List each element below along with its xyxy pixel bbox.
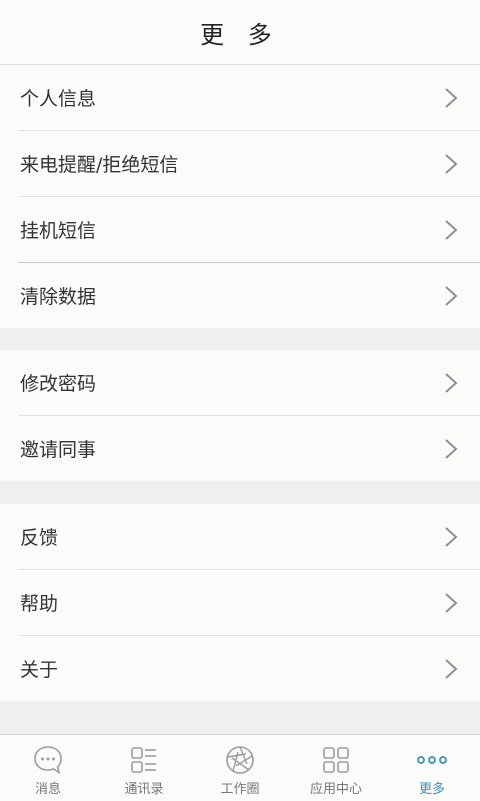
header-bar: 更 多 bbox=[0, 0, 480, 65]
menu-item-label: 挂机短信 bbox=[20, 220, 97, 242]
settings-group-support: 反馈 帮助 关于 bbox=[0, 504, 480, 701]
menu-item-label: 邀请同事 bbox=[20, 439, 97, 461]
chevron-right-icon bbox=[445, 439, 458, 459]
bottom-tab-bar: 消息 通讯录 工作圈 应用中心 更多 bbox=[0, 734, 480, 801]
chevron-right-icon bbox=[445, 527, 458, 547]
menu-item-clear-data[interactable]: 清除数据 bbox=[18, 263, 480, 328]
tab-messages[interactable]: 消息 bbox=[0, 735, 96, 801]
chevron-right-icon bbox=[445, 593, 458, 613]
settings-group-security: 修改密码 邀请同事 bbox=[0, 350, 480, 481]
chat-bubble-icon bbox=[34, 746, 62, 775]
menu-item-about[interactable]: 关于 bbox=[18, 636, 480, 701]
tab-app-center[interactable]: 应用中心 bbox=[288, 735, 384, 801]
menu-item-feedback[interactable]: 反馈 bbox=[18, 504, 480, 570]
menu-item-change-password[interactable]: 修改密码 bbox=[18, 350, 480, 416]
chevron-right-icon bbox=[445, 373, 458, 393]
chevron-right-icon bbox=[445, 286, 458, 306]
tab-label: 通讯录 bbox=[124, 782, 164, 797]
tab-label: 应用中心 bbox=[309, 782, 362, 797]
menu-item-label: 个人信息 bbox=[20, 88, 97, 110]
menu-item-label: 来电提醒/拒绝短信 bbox=[20, 154, 179, 176]
page-title: 更 多 bbox=[200, 20, 280, 49]
menu-item-call-reminder[interactable]: 来电提醒/拒绝短信 bbox=[18, 131, 480, 197]
tab-label: 更多 bbox=[418, 782, 445, 797]
menu-item-label: 关于 bbox=[20, 659, 59, 681]
menu-item-label: 修改密码 bbox=[20, 373, 97, 395]
tab-contacts[interactable]: 通讯录 bbox=[96, 735, 192, 801]
menu-item-help[interactable]: 帮助 bbox=[18, 570, 480, 636]
menu-item-label: 清除数据 bbox=[20, 286, 97, 308]
menu-item-hangup-sms[interactable]: 挂机短信 bbox=[18, 197, 480, 263]
chevron-right-icon bbox=[445, 659, 458, 679]
chevron-right-icon bbox=[445, 154, 458, 174]
chevron-right-icon bbox=[445, 220, 458, 240]
more-dots-icon bbox=[417, 756, 447, 764]
menu-item-invite-colleague[interactable]: 邀请同事 bbox=[18, 416, 480, 481]
tab-work-circle[interactable]: 工作圈 bbox=[192, 735, 288, 801]
app-grid-icon bbox=[323, 747, 349, 773]
tab-label: 消息 bbox=[34, 782, 61, 797]
tab-label: 工作圈 bbox=[220, 782, 260, 797]
aperture-icon bbox=[226, 746, 254, 774]
contacts-list-icon bbox=[131, 747, 156, 773]
menu-item-profile[interactable]: 个人信息 bbox=[18, 65, 480, 131]
chevron-right-icon bbox=[445, 88, 458, 108]
tab-more[interactable]: 更多 bbox=[384, 735, 480, 801]
menu-item-label: 反馈 bbox=[20, 527, 59, 549]
settings-group-account: 个人信息 来电提醒/拒绝短信 挂机短信 清除数据 bbox=[0, 65, 480, 328]
menu-item-label: 帮助 bbox=[20, 593, 59, 615]
